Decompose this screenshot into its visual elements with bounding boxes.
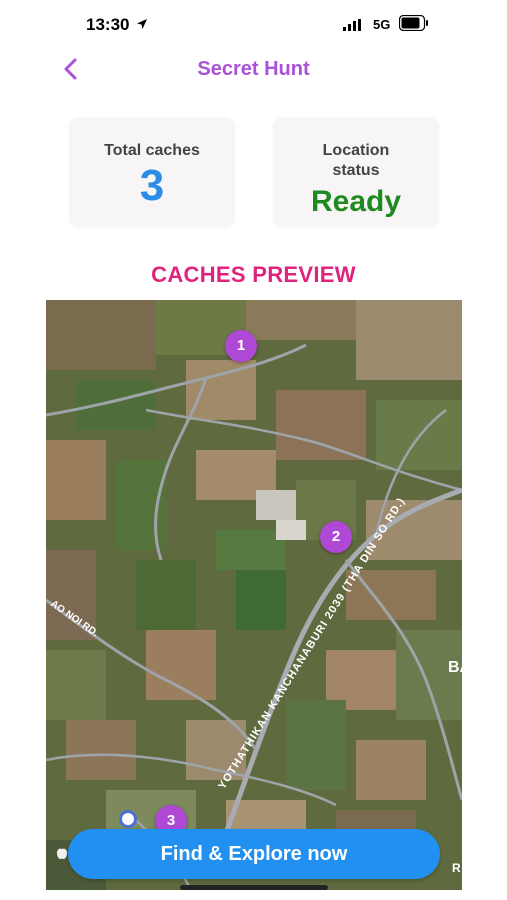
signal-icon <box>343 18 363 36</box>
satellite-map-image: YOTHATHIKAN KANCHANABURI 2039 (THA DIN S… <box>46 300 462 890</box>
status-bar: 13:30 5G <box>0 0 507 50</box>
caches-preview-title: CACHES PREVIEW <box>151 262 356 287</box>
page-title: Secret Hunt <box>197 58 310 80</box>
road-label-r: R <box>452 861 461 875</box>
find-explore-button[interactable]: Find & Explore now <box>68 829 440 879</box>
user-location-dot <box>119 810 137 828</box>
road-label-ba: BA <box>448 659 462 676</box>
network-type: 5G <box>373 17 391 32</box>
status-time: 13:30 <box>86 15 130 34</box>
home-indicator <box>180 885 328 890</box>
battery-icon <box>398 14 429 36</box>
total-caches-label: Total caches <box>104 142 200 159</box>
total-caches-value: 3 <box>139 161 165 210</box>
location-status-label: Location status <box>322 142 390 179</box>
cache-marker-1[interactable]: 1 <box>225 330 257 362</box>
apple-logo-icon <box>56 846 68 860</box>
caches-map[interactable]: YOTHATHIKAN KANCHANABURI 2039 (THA DIN S… <box>46 300 462 890</box>
total-caches-card: Total caches 3 <box>69 117 235 227</box>
location-status-value: Ready <box>310 185 402 218</box>
location-status-card: Location status Ready <box>273 117 439 227</box>
location-arrow-icon <box>136 17 148 35</box>
cache-marker-2[interactable]: 2 <box>320 521 352 553</box>
